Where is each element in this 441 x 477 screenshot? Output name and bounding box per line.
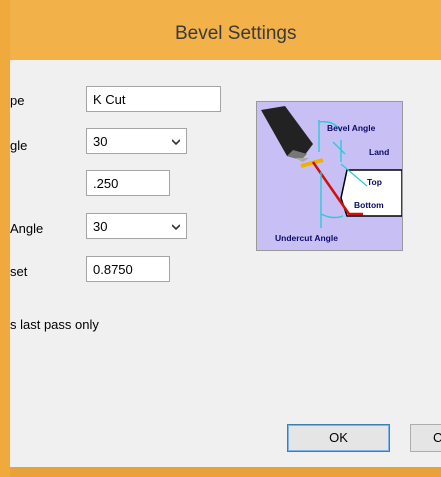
svg-text:Bevel Angle: Bevel Angle	[327, 123, 376, 133]
ok-button[interactable]: OK	[287, 424, 390, 452]
last-pass-checkbox-label[interactable]: s last pass only	[10, 317, 99, 332]
offset-label: set	[10, 264, 28, 279]
bevel-diagram: Bevel Angle Land Top Bottom Undercut Ang…	[256, 101, 403, 251]
bevel-angle-select[interactable]: 30	[86, 128, 187, 154]
cancel-button[interactable]: C	[410, 424, 441, 452]
land-field[interactable]: .250	[86, 170, 170, 196]
svg-text:Undercut Angle: Undercut Angle	[275, 233, 338, 243]
window-bottom-border	[10, 467, 441, 477]
svg-text:Land: Land	[369, 147, 389, 157]
chevron-down-icon	[172, 224, 180, 231]
offset-field[interactable]: 0.8750	[86, 256, 170, 282]
svg-text:Bottom: Bottom	[354, 200, 384, 210]
bevel-angle-value: 30	[93, 134, 108, 149]
undercut-angle-value: 30	[93, 219, 108, 234]
title-bar[interactable]: Bevel Settings	[10, 0, 441, 60]
bevel-type-field[interactable]: K Cut	[86, 86, 221, 112]
dialog-window: Bevel Settings pe K Cut gle 30 .250 Angl…	[0, 0, 441, 477]
svg-text:Top: Top	[367, 177, 382, 187]
chevron-down-icon	[172, 139, 180, 146]
undercut-angle-label: Angle	[10, 221, 44, 236]
bevel-diagram-graphic: Bevel Angle Land Top Bottom Undercut Ang…	[257, 102, 403, 250]
bevel-type-label: pe	[10, 93, 25, 108]
undercut-angle-select[interactable]: 30	[86, 213, 187, 239]
dialog-title: Bevel Settings	[175, 23, 297, 44]
bevel-angle-label: gle	[10, 138, 28, 153]
